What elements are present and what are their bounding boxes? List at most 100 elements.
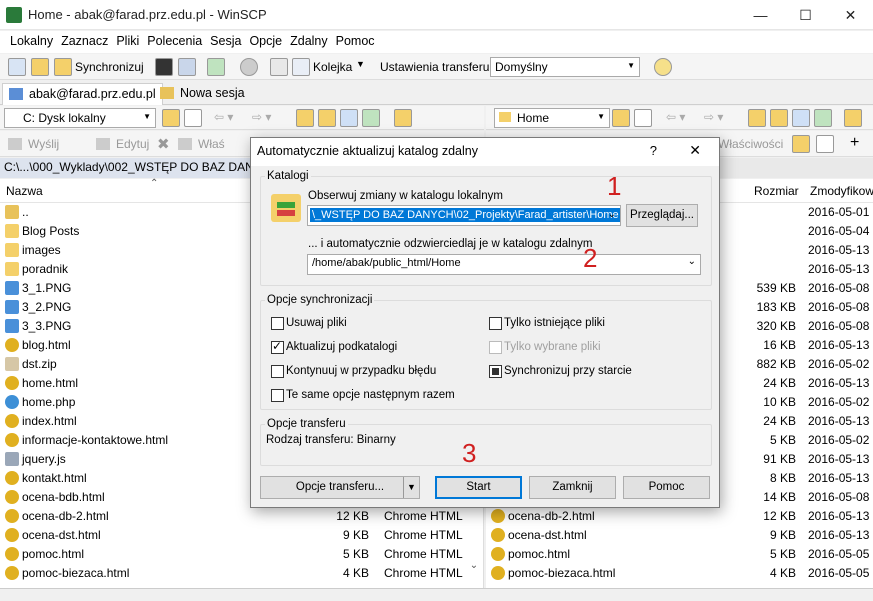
menu-polecenia[interactable]: Polecenia xyxy=(142,31,205,48)
option-checkbox[interactable] xyxy=(489,317,502,330)
option-checkbox[interactable]: ✓ xyxy=(271,339,284,354)
find-icon[interactable] xyxy=(394,109,412,127)
transfer-preset-select[interactable]: Domyślny ▼ xyxy=(490,57,640,77)
title-bar: Home - abak@farad.prz.edu.pl - WinSCP — … xyxy=(0,0,873,30)
list-item[interactable]: ocena-db-2.html 12 KB 2016-05-13 1 xyxy=(486,507,873,526)
option-checkbox[interactable] xyxy=(271,389,284,402)
file-name: home.php xyxy=(22,395,76,409)
home-icon[interactable] xyxy=(792,109,810,127)
filter-icon[interactable] xyxy=(184,109,202,127)
synchronize-icon[interactable] xyxy=(54,58,72,76)
root-dir-icon[interactable] xyxy=(318,109,336,127)
delete-icon[interactable]: ✖ xyxy=(157,135,170,153)
properties-button[interactable]: Właściwości xyxy=(718,137,783,151)
dropdown-arrow-icon[interactable]: ▼ xyxy=(403,477,419,498)
queue-button[interactable]: Kolejka xyxy=(313,60,352,74)
dialog-close-button[interactable]: ✕ xyxy=(689,142,701,159)
column-name[interactable]: Nazwa xyxy=(6,184,43,198)
refresh-icon[interactable] xyxy=(814,109,832,127)
option-label: Tylko wybrane pliki xyxy=(504,341,601,353)
list-item[interactable]: ocena-dst.html 9 KB Chrome HTML xyxy=(0,526,483,545)
chrome-icon xyxy=(5,376,19,390)
forward-arrow-icon[interactable]: ⇨ ▾ xyxy=(704,110,723,124)
edit-button[interactable]: Edytuj xyxy=(96,137,149,151)
close-window-button[interactable]: ✕ xyxy=(828,0,873,30)
start-button[interactable]: Start xyxy=(435,476,522,499)
list-item[interactable]: pomoc.html 5 KB 2016-05-05 1 xyxy=(486,545,873,564)
putty-icon[interactable] xyxy=(178,58,196,76)
maximize-button[interactable]: ☐ xyxy=(783,0,828,30)
console-icon[interactable] xyxy=(155,58,173,76)
menu-pliki[interactable]: Pliki xyxy=(111,31,142,48)
file-type: Chrome HTML xyxy=(384,547,463,561)
transfer-options-button[interactable]: Opcje transferu... ▼ xyxy=(260,476,420,499)
upload-button[interactable]: Wyślij xyxy=(8,137,59,151)
help-button[interactable]: ? xyxy=(650,143,657,158)
remote-dir-select[interactable]: Home ▼ xyxy=(494,108,610,128)
sync-browse-icon[interactable] xyxy=(31,58,49,76)
home-icon[interactable] xyxy=(340,109,358,127)
queue-icon[interactable] xyxy=(270,58,288,76)
menu-opcje[interactable]: Opcje xyxy=(244,31,285,48)
file-name: ocena-dst.html xyxy=(22,528,101,542)
column-size[interactable]: Rozmiar xyxy=(754,184,799,198)
open-dir-icon[interactable] xyxy=(612,109,630,127)
list-item[interactable]: ocena-db-2.html 12 KB Chrome HTML xyxy=(0,507,483,526)
menu-zaznacz[interactable]: Zaznacz xyxy=(56,31,111,48)
edit-icon xyxy=(96,138,110,150)
back-arrow-icon[interactable]: ⇦ ▾ xyxy=(214,110,233,124)
queue-list-icon[interactable] xyxy=(292,58,310,76)
scrollbar[interactable]: ⌄ xyxy=(466,560,482,586)
parent-dir-icon[interactable] xyxy=(296,109,314,127)
tab-new-session[interactable]: Nowa sesja xyxy=(154,83,251,105)
chrome-icon xyxy=(5,490,19,504)
menu-lokalny[interactable]: Lokalny xyxy=(0,31,56,48)
file-size: 14 KB xyxy=(763,490,796,504)
root-dir-icon[interactable] xyxy=(770,109,788,127)
filter-icon[interactable] xyxy=(634,109,652,127)
refresh-icon[interactable] xyxy=(207,58,225,76)
tab-session[interactable]: abak@farad.prz.edu.pl xyxy=(2,83,163,105)
local-drive-select[interactable]: C: Dysk lokalny ▼ xyxy=(4,108,156,128)
parent-dir-icon[interactable] xyxy=(748,109,766,127)
browse-button[interactable]: Przeglądaj... xyxy=(626,204,698,227)
column-modified[interactable]: Zmodyfikow xyxy=(810,184,873,198)
plus-icon[interactable]: + xyxy=(850,134,859,152)
forward-arrow-icon[interactable]: ⇨ ▾ xyxy=(252,110,271,124)
gear-icon[interactable] xyxy=(240,58,258,76)
option-checkbox[interactable] xyxy=(271,365,284,378)
local-dir-input[interactable]: \_WSTĘP DO BAZ DANYCH\02_Projekty\Farad_… xyxy=(307,205,621,226)
menu-zdalny[interactable]: Zdalny xyxy=(285,31,331,48)
open-dir-icon[interactable] xyxy=(162,109,180,127)
file-modified: 2016-05-05 1 xyxy=(808,547,873,561)
menu-pomoc[interactable]: Pomoc xyxy=(331,31,378,48)
menu-sesja[interactable]: Sesja xyxy=(205,31,244,48)
new-folder-icon[interactable] xyxy=(792,135,810,153)
transfer-options-icon[interactable] xyxy=(654,58,672,76)
help-dialog-button[interactable]: Pomoc xyxy=(623,476,710,499)
back-arrow-icon[interactable]: ⇦ ▾ xyxy=(666,110,685,124)
synchronize-button[interactable]: Synchronizuj xyxy=(75,60,144,74)
refresh-icon[interactable] xyxy=(362,109,380,127)
file-size: 16 KB xyxy=(763,338,796,352)
find-icon[interactable] xyxy=(844,109,862,127)
list-item[interactable]: ocena-dst.html 9 KB 2016-05-13 1 xyxy=(486,526,873,545)
chrome-icon xyxy=(5,509,19,523)
chevron-down-icon[interactable]: ▼ xyxy=(356,59,365,69)
new-file-icon[interactable] xyxy=(816,135,834,153)
file-modified: 2016-05-02 2 xyxy=(808,433,873,447)
list-item[interactable]: pomoc-biezaca.html 4 KB 2016-05-05 1 xyxy=(486,564,873,583)
chevron-down-icon[interactable]: ⌄ xyxy=(608,209,616,220)
minimize-button[interactable]: — xyxy=(738,0,783,30)
list-item[interactable]: pomoc-biezaca.html 4 KB Chrome HTML xyxy=(0,564,483,583)
list-item[interactable]: pomoc.html 5 KB Chrome HTML xyxy=(0,545,483,564)
file-size: 320 KB xyxy=(756,319,796,333)
option-checkbox[interactable] xyxy=(271,317,284,330)
compare-dirs-icon[interactable] xyxy=(8,58,26,76)
file-name: ocena-db-2.html xyxy=(508,509,595,523)
close-button[interactable]: Zamknij xyxy=(529,476,616,499)
properties-button[interactable]: Właś xyxy=(178,137,225,151)
remote-dir-input[interactable]: /home/abak/public_html/Home ⌄ xyxy=(307,254,701,275)
remote-mirror-label: ... i automatycznie odzwierciedlaj je w … xyxy=(308,238,593,250)
option-checkbox[interactable] xyxy=(489,365,502,378)
